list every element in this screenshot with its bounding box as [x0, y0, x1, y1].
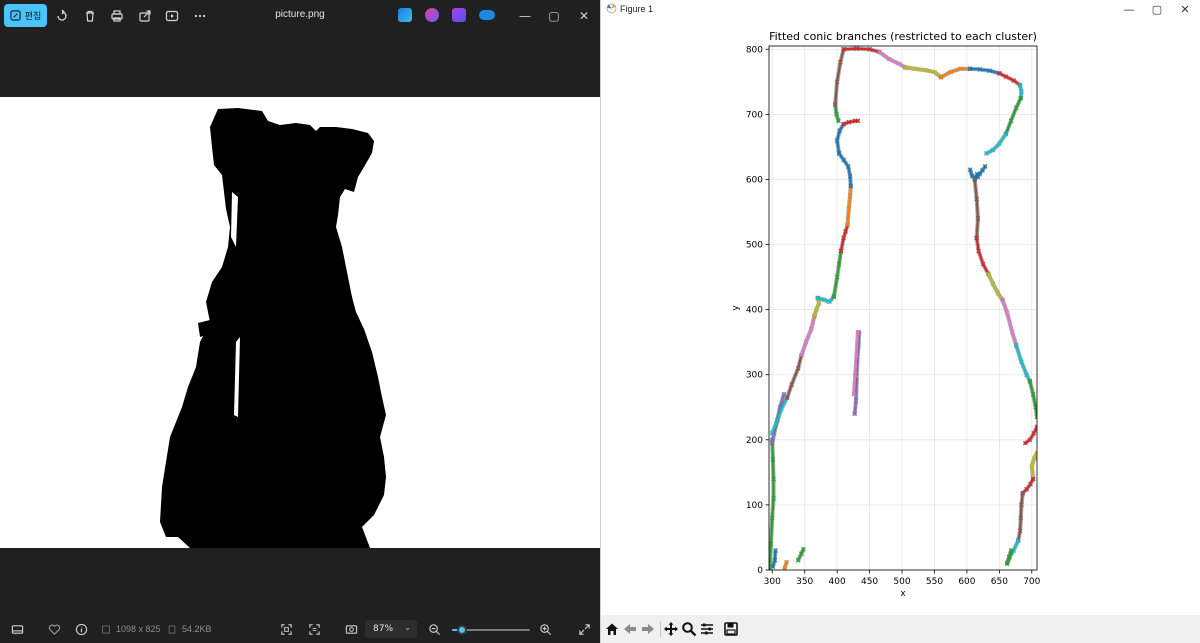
figure-titlebar: Figure 1 — ▢ ✕: [601, 0, 1200, 19]
plot-canvas: 300 350 400 450 500 550 600 650 700 0 100 200 300 400…: [731, 30, 1041, 599]
zoom-in-icon[interactable]: [538, 622, 552, 636]
designer-icon[interactable]: [398, 8, 412, 22]
chart-title: Fitted conic branches (restricted to eac…: [769, 30, 1037, 43]
onedrive-icon[interactable]: [479, 10, 495, 20]
fitted-branch-line: [786, 354, 803, 399]
share-icon[interactable]: [135, 6, 155, 26]
matplotlib-logo-icon: [606, 3, 617, 14]
fit-icon[interactable]: [279, 622, 293, 636]
forward-icon[interactable]: [639, 620, 657, 638]
y-tick-label: 700: [746, 110, 763, 120]
delete-icon[interactable]: [80, 6, 100, 26]
home-icon[interactable]: [603, 620, 621, 638]
y-tick-label: 500: [746, 241, 763, 251]
close-button[interactable]: ✕: [571, 6, 597, 26]
chevron-down-icon: ⌄: [404, 623, 411, 632]
zoom-slider[interactable]: [452, 625, 530, 635]
actual-size-icon[interactable]: [344, 622, 358, 636]
y-tick-label: 800: [746, 45, 763, 55]
y-tick-label: 0: [757, 566, 763, 576]
x-tick-label: 550: [926, 577, 943, 587]
file-size: 54.2KB: [182, 624, 212, 634]
clipchamp-icon[interactable]: [452, 8, 466, 22]
minimize-button[interactable]: —: [512, 6, 538, 26]
x-tick-label: 350: [796, 577, 813, 587]
y-tick-label: 300: [746, 371, 763, 381]
figure-window: Figure 1 — ▢ ✕ 300 350 400 450 500 550 600 650 7…: [600, 0, 1200, 643]
zoom-select[interactable]: 87% ⌄: [365, 620, 417, 638]
toolbar-separator: [660, 621, 661, 637]
back-icon[interactable]: [621, 620, 639, 638]
x-tick-label: 500: [893, 577, 910, 587]
viewer-toolbar: 편집 picture.png — ▢ ✕: [0, 0, 600, 32]
edit-image-icon: [10, 10, 21, 21]
fitted-branch-line: [1004, 96, 1022, 136]
fitted-branch-line: [987, 272, 1004, 301]
copilot-icon[interactable]: [425, 8, 439, 22]
photos-viewer-window: 편집 picture.png — ▢ ✕ 1098 x 825 54.2KB 8…: [0, 0, 600, 643]
file-size-icon: [167, 622, 177, 636]
visual-search-icon[interactable]: [307, 622, 321, 636]
fitted-branch-line: [878, 50, 907, 69]
figure-close-button[interactable]: ✕: [1172, 2, 1198, 17]
edit-button[interactable]: 편집: [4, 4, 47, 27]
more-icon[interactable]: [190, 6, 210, 26]
favorite-icon[interactable]: [47, 622, 61, 636]
x-tick-label: 450: [861, 577, 878, 587]
y-axis-label: y: [731, 305, 741, 311]
zoom-value: 87%: [373, 624, 394, 634]
configure-icon[interactable]: [698, 620, 716, 638]
save-icon[interactable]: [722, 620, 740, 638]
image-dimensions: 1098 x 825: [116, 624, 161, 634]
zoom-icon[interactable]: [680, 620, 698, 638]
x-axis-label: x: [900, 589, 906, 599]
rotate-icon[interactable]: [52, 6, 72, 26]
fitted-branch-line: [1001, 298, 1018, 347]
y-tick-label: 600: [746, 175, 763, 185]
slideshow-icon[interactable]: [162, 6, 182, 26]
zoom-slider-thumb[interactable]: [457, 625, 468, 635]
fitted-branch-line: [998, 72, 1022, 87]
x-tick-label: 300: [764, 577, 781, 587]
x-tick-label: 600: [958, 577, 975, 587]
zoom-out-icon[interactable]: [427, 622, 441, 636]
maximize-button[interactable]: ▢: [541, 6, 567, 26]
ticks-layer: 300 350 400 450 500 550 600 650 700 0 100 200 300 400…: [746, 45, 1041, 587]
grid: [769, 46, 1037, 571]
file-name-title: picture.png: [275, 9, 325, 20]
navigation-toolbar: [601, 615, 1200, 643]
figure-window-title: Figure 1: [620, 4, 654, 14]
x-tick-label: 400: [829, 577, 846, 587]
x-tick-label: 650: [991, 577, 1008, 587]
axes-frame: [768, 45, 1038, 571]
silhouette-image: [160, 108, 386, 548]
figure-minimize-button[interactable]: —: [1116, 2, 1142, 17]
viewer-statusbar: 1098 x 825 54.2KB 87% ⌄: [0, 614, 600, 643]
fullscreen-icon[interactable]: [577, 622, 591, 636]
filmstrip-icon[interactable]: [10, 622, 24, 636]
print-icon[interactable]: [107, 6, 127, 26]
image-canvas: [0, 97, 600, 548]
fitted-branch-line: [800, 315, 816, 357]
dimensions-icon: [101, 622, 111, 636]
y-tick-label: 200: [746, 436, 763, 446]
pan-icon[interactable]: [662, 620, 680, 638]
info-icon[interactable]: [74, 622, 88, 636]
y-tick-label: 400: [746, 306, 763, 316]
edit-button-label: 편집: [24, 12, 42, 22]
x-tick-label: 700: [1023, 577, 1040, 587]
y-tick-label: 100: [746, 501, 763, 511]
figure-maximize-button[interactable]: ▢: [1144, 2, 1170, 17]
